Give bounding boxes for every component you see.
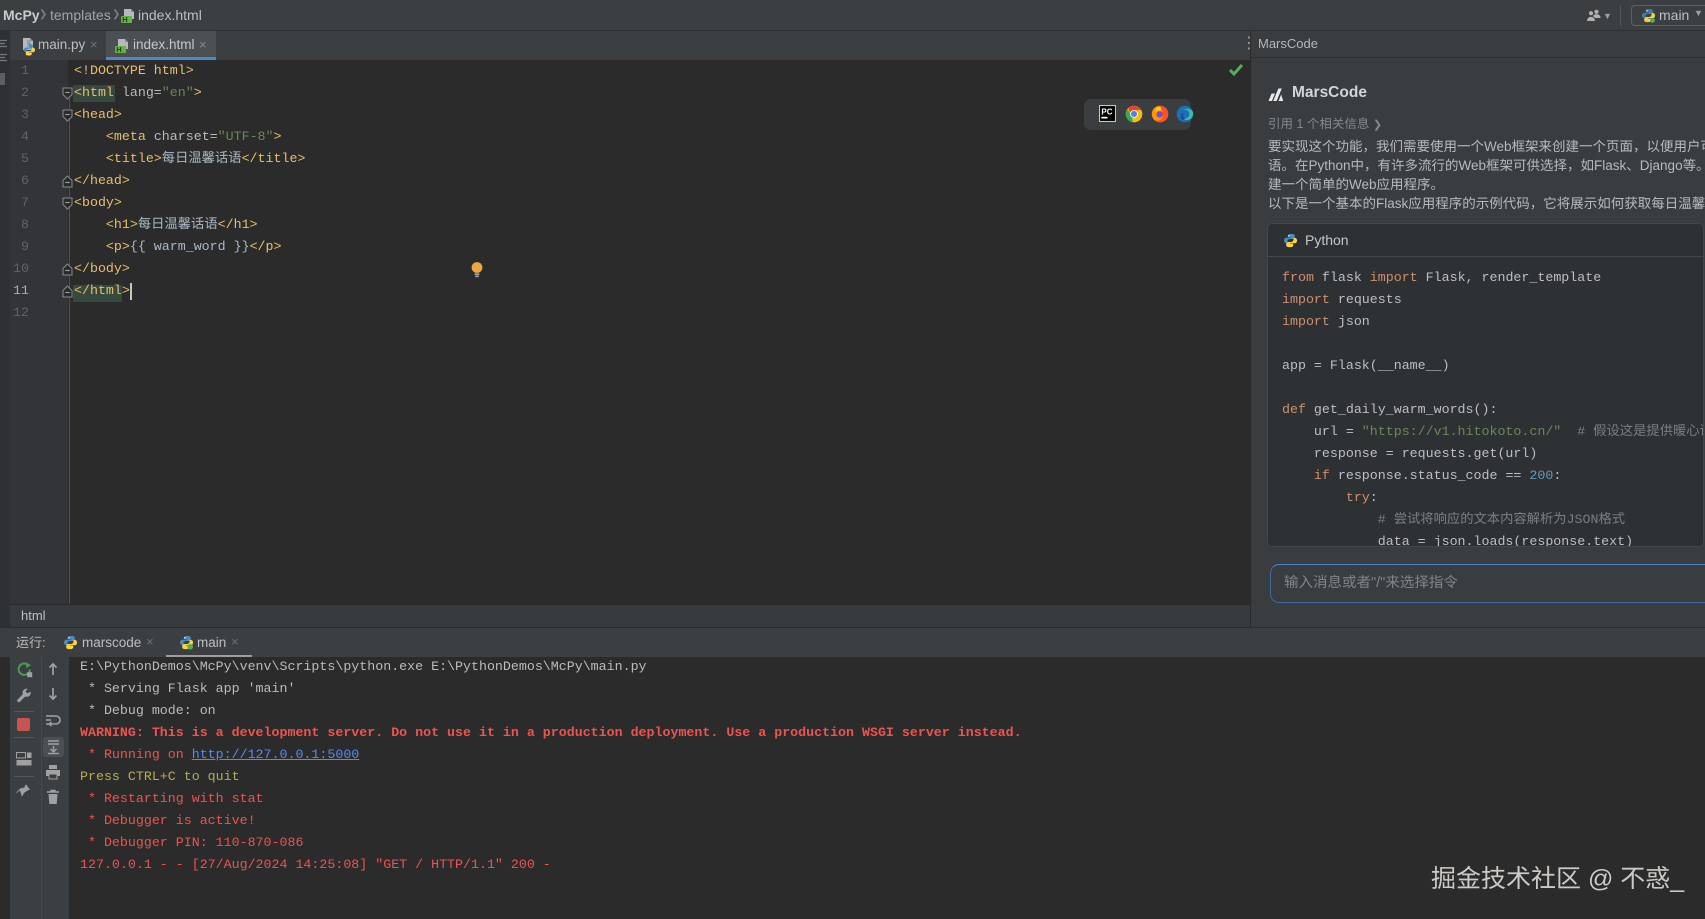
svg-text:PC: PC — [1101, 107, 1112, 116]
svg-text:H: H — [122, 15, 127, 24]
svg-text:H: H — [116, 45, 121, 54]
